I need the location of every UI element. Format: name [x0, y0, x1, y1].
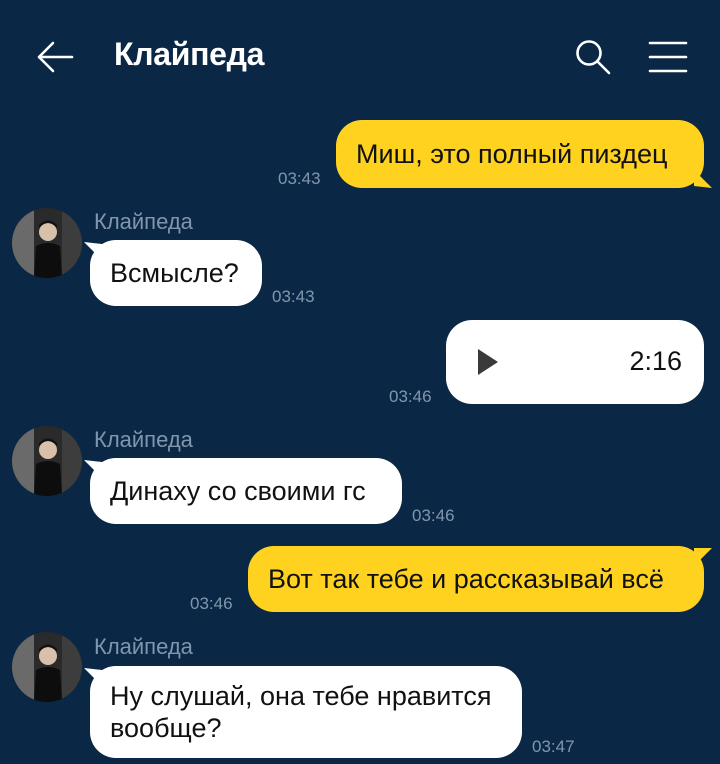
chat-title: Клайпеда [114, 36, 265, 72]
chat-screen: Клайпеда Миш, это полный пиздец 03:43 Кл… [0, 0, 720, 764]
bubble-tail [694, 548, 712, 566]
avatar-image [12, 426, 82, 496]
sender-name: Клайпеда [94, 209, 193, 234]
incoming-message-bubble[interactable]: Ну слушай, она тебе нравится вообще? [90, 666, 522, 758]
message-text: Ну слушай, она тебе нравится вообще? [110, 681, 492, 743]
message-timestamp: 03:43 [272, 287, 315, 306]
message-timestamp: 03:46 [190, 594, 233, 613]
sender-name: Клайпеда [94, 427, 193, 452]
voice-duration: 2:16 [629, 346, 682, 376]
message-text: Миш, это полный пиздец [356, 139, 668, 169]
avatar[interactable] [12, 208, 82, 278]
message-timestamp: 03:46 [412, 506, 455, 525]
bubble-tail [694, 170, 712, 188]
search-icon [576, 40, 611, 75]
avatar-image [12, 632, 82, 702]
outgoing-message-bubble[interactable]: Миш, это полный пиздец [336, 120, 704, 188]
message-text: Динаху со своими гс [110, 476, 366, 506]
arrow-left-icon [37, 41, 74, 73]
sender-name: Клайпеда [94, 634, 193, 659]
chat-header: Клайпеда [0, 0, 720, 110]
avatar[interactable] [12, 632, 82, 702]
play-icon [478, 349, 498, 375]
search-button[interactable] [574, 38, 612, 76]
back-button[interactable] [34, 38, 76, 76]
avatar[interactable] [12, 426, 82, 496]
voice-message-bubble[interactable]: 2:16 [446, 320, 704, 404]
menu-button[interactable] [648, 40, 688, 74]
message-text: Всмысле? [110, 258, 239, 288]
message-text: Вот так тебе и рассказывай всё [268, 564, 664, 594]
hamburger-menu-icon [648, 41, 688, 73]
message-timestamp: 03:47 [532, 737, 575, 756]
play-button[interactable] [476, 348, 500, 376]
avatar-image [12, 208, 82, 278]
incoming-message-bubble[interactable]: Динаху со своими гс [90, 458, 402, 524]
outgoing-message-bubble[interactable]: Вот так тебе и рассказывай всё [248, 546, 704, 612]
message-timestamp: 03:46 [389, 387, 432, 406]
incoming-message-bubble[interactable]: Всмысле? [90, 240, 262, 306]
message-timestamp: 03:43 [278, 169, 321, 188]
